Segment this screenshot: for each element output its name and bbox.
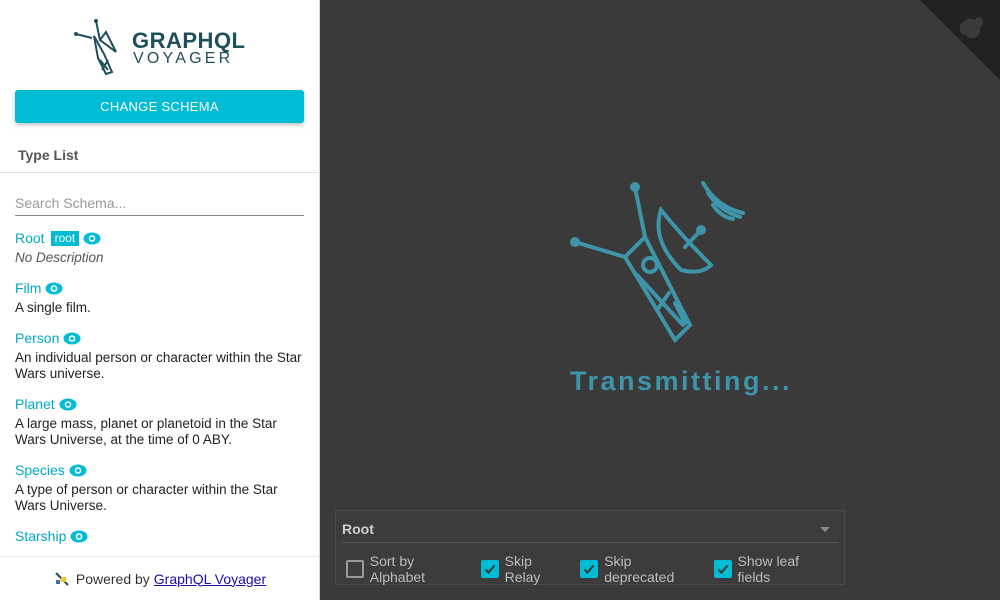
- checkbox-checked-icon: [580, 560, 599, 578]
- checkbox-label: Skip deprecated: [604, 553, 675, 585]
- type-item-film: Film A single film.: [15, 279, 305, 316]
- footer-prefix: Powered by: [75, 570, 150, 587]
- satellite-logo-icon: [74, 19, 117, 76]
- github-corner-icon[interactable]: [920, 0, 1000, 80]
- type-item-planet: Planet A large mass, planet or planetoid…: [15, 395, 305, 448]
- type-description: A single film.: [15, 300, 91, 315]
- satellite-loader-icon: [570, 181, 745, 344]
- eye-icon[interactable]: [59, 398, 77, 411]
- type-list-title: Type List: [18, 147, 79, 163]
- type-link-species[interactable]: Species: [15, 462, 65, 478]
- checkbox-label: Show leaf fields: [737, 553, 800, 585]
- eye-icon[interactable]: [45, 282, 63, 295]
- sort-by-alphabet-checkbox[interactable]: Sort by Alphabet: [346, 553, 471, 585]
- change-schema-button[interactable]: CHANGE SCHEMA: [15, 90, 304, 123]
- checkbox-checked-icon: [480, 560, 499, 578]
- chevron-down-icon: [820, 527, 830, 532]
- display-options: Sort by Alphabet Skip Relay Skip depreca…: [346, 553, 844, 585]
- loading-text: Transmitting...: [570, 366, 793, 396]
- type-link-film[interactable]: Film: [15, 280, 41, 296]
- settings-panel: Root Sort by Alphabet Skip Relay Skip de…: [335, 510, 845, 585]
- type-description: A type of person or character within the…: [15, 482, 278, 513]
- type-item-species: Species A type of person or character wi…: [15, 461, 305, 514]
- eye-icon[interactable]: [63, 332, 81, 345]
- show-leaf-fields-checkbox[interactable]: Show leaf fields: [713, 553, 834, 585]
- graph-viewport[interactable]: Transmitting... Root Sort by Alphabet Sk…: [320, 0, 1000, 600]
- eye-icon[interactable]: [83, 232, 101, 245]
- type-link-person[interactable]: Person: [15, 330, 59, 346]
- sidebar: GRAPHQL VOYAGER CHANGE SCHEMA Type List …: [0, 0, 320, 600]
- logo-text-voyager: VOYAGER: [133, 50, 234, 67]
- type-link-starship[interactable]: Starship: [15, 528, 66, 544]
- checkbox-checked-icon: [713, 560, 732, 578]
- checkbox-label: Sort by Alphabet: [369, 553, 426, 585]
- type-item-person: Person An individual person or character…: [15, 329, 305, 382]
- graphql-voyager-link[interactable]: GraphQL Voyager: [154, 571, 266, 587]
- checkbox-unchecked-icon: [346, 560, 364, 578]
- root-type-select[interactable]: Root: [342, 517, 838, 543]
- type-description: No Description: [15, 250, 104, 265]
- skip-deprecated-checkbox[interactable]: Skip deprecated: [580, 553, 703, 585]
- root-badge: root: [50, 230, 80, 246]
- type-item-root: Root root No Description: [15, 229, 305, 266]
- graphql-voyager-logo: GRAPHQL VOYAGER: [72, 18, 245, 78]
- type-description: A large mass, planet or planetoid in the…: [15, 416, 277, 447]
- search-input[interactable]: [15, 190, 304, 216]
- root-select-value: Root: [342, 521, 374, 537]
- divider: [0, 172, 320, 173]
- eye-icon[interactable]: [69, 464, 87, 477]
- checkbox-label: Skip Relay: [504, 553, 541, 585]
- voyager-mini-logo-icon: [55, 571, 69, 586]
- footer: Powered by GraphQL Voyager: [0, 556, 319, 600]
- type-link-root[interactable]: Root: [15, 230, 45, 246]
- eye-icon[interactable]: [70, 530, 88, 543]
- skip-relay-checkbox[interactable]: Skip Relay: [480, 553, 571, 585]
- type-link-planet[interactable]: Planet: [15, 396, 55, 412]
- type-description: An individual person or character within…: [15, 350, 302, 381]
- type-item-starship: Starship: [15, 527, 305, 545]
- type-list: Root root No Description Film A single f…: [15, 229, 305, 556]
